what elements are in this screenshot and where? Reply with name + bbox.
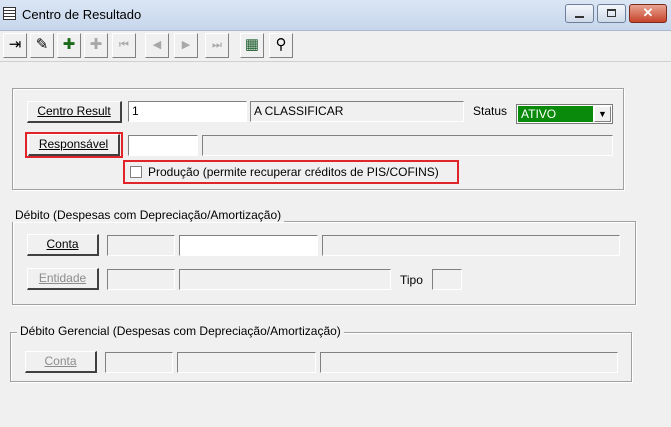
status-label: Status	[473, 104, 508, 118]
minimize-button[interactable]	[565, 4, 594, 23]
toolbar: ⇥ ✎ ✚ ✚ ⏮ ◀ ▶ ⏭ ▦ ⚲	[0, 31, 671, 62]
centro-result-desc-field: A CLASSIFICAR	[250, 101, 464, 122]
debito-gerencial-legend: Débito Gerencial (Despesas com Depreciaç…	[17, 324, 344, 338]
debito-gerencial-conta-button[interactable]: Conta	[25, 351, 97, 373]
debito-gerencial-conta-desc-field	[320, 352, 618, 373]
grid-button[interactable]: ▦	[240, 33, 264, 58]
debito-gerencial-conta-code-field	[105, 352, 173, 373]
tipo-label: Tipo	[400, 273, 423, 287]
previous-record-icon: ◀	[152, 39, 162, 51]
centro-result-code-field[interactable]: 1	[128, 101, 247, 122]
last-record-button[interactable]: ⏭	[205, 33, 229, 58]
responsavel-button[interactable]: Responsável	[28, 134, 120, 156]
search-button[interactable]: ⚲	[269, 33, 293, 58]
first-record-icon: ⏮	[119, 39, 129, 51]
form-icon	[3, 7, 16, 20]
status-value: ATIVO	[518, 106, 593, 122]
responsavel-name-field	[202, 135, 613, 156]
last-record-icon: ⏭	[212, 39, 222, 51]
chevron-down-icon[interactable]: ▼	[594, 106, 611, 122]
add-icon: ✚	[62, 36, 76, 53]
debito-entidade-button[interactable]: Entidade	[27, 268, 99, 290]
centro-result-button[interactable]: Centro Result	[27, 101, 122, 123]
maximize-icon	[607, 9, 616, 17]
previous-record-button[interactable]: ◀	[145, 33, 169, 58]
eraser-button[interactable]: ✎	[30, 33, 54, 58]
edit-icon: ✚	[89, 36, 103, 53]
next-record-icon: ▶	[181, 39, 191, 51]
responsavel-code-field[interactable]	[128, 135, 198, 156]
add-button[interactable]: ✚	[57, 33, 81, 58]
debito-gerencial-conta-number-field	[177, 352, 316, 373]
debito-conta-code-field	[107, 235, 175, 256]
debito-legend: Débito (Despesas com Depreciação/Amortiz…	[12, 208, 285, 222]
debito-conta-button[interactable]: Conta	[27, 234, 99, 256]
maximize-button[interactable]	[597, 4, 626, 23]
status-select[interactable]: ATIVO ▼	[516, 104, 613, 124]
close-button[interactable]: ✕	[629, 4, 667, 23]
producao-checkbox[interactable]	[130, 166, 142, 178]
exit-icon: ⇥	[8, 36, 22, 53]
edit-button[interactable]: ✚	[84, 33, 108, 58]
producao-label[interactable]: Produção (permite recuperar créditos de …	[148, 165, 439, 179]
debito-entidade-code-field	[107, 269, 175, 290]
grid-icon: ▦	[244, 36, 260, 53]
eraser-icon: ✎	[35, 36, 49, 53]
first-record-button[interactable]: ⏮	[112, 33, 136, 58]
binoculars-icon: ⚲	[275, 36, 287, 53]
debito-entidade-desc-field	[179, 269, 391, 290]
debito-conta-desc-field	[322, 235, 620, 256]
title-bar: Centro de Resultado ✕	[0, 0, 671, 31]
window-title: Centro de Resultado	[22, 7, 142, 22]
debito-panel	[12, 221, 636, 305]
next-record-button[interactable]: ▶	[174, 33, 198, 58]
exit-button[interactable]: ⇥	[3, 33, 27, 58]
minimize-icon	[575, 16, 584, 18]
debito-conta-number-field[interactable]	[179, 235, 318, 256]
close-icon: ✕	[642, 5, 654, 20]
tipo-field	[432, 269, 462, 290]
